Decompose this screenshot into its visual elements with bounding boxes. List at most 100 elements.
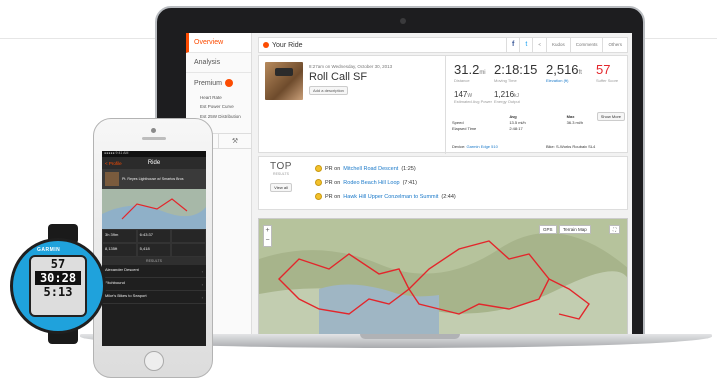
zoom-control: + − [263, 225, 272, 247]
wrench-icon[interactable]: ⚒ [219, 134, 252, 148]
zoom-out-button[interactable]: − [264, 236, 271, 246]
table-row: Elapsed Time 2:48:17 [452, 126, 624, 132]
phone-stat: 5,418 [136, 243, 172, 257]
map-type-select[interactable]: Terrain Map [559, 225, 591, 234]
facebook-share-button[interactable]: f [506, 38, 519, 52]
sidebar-subitem-power-curve[interactable]: Est Power Curve [186, 102, 251, 111]
stat-unit: mi [479, 70, 486, 76]
kudos-button[interactable]: Kudos [545, 38, 570, 52]
sidebar-item-analysis[interactable]: Analysis [186, 53, 251, 73]
strava-logo-icon [263, 42, 269, 48]
segment-link[interactable]: Rodeo Beach Hill Loop [343, 180, 399, 186]
phone-screen: ●●●●● 9:41 AM < Profile Ride Pt. Reyes L… [102, 151, 206, 346]
medal-icon [315, 179, 322, 186]
watch-readout-3: 5:13 [43, 285, 73, 299]
segment-link[interactable]: Mitchell Road Descent [343, 166, 398, 172]
list-item[interactable]: Mike's Bikes to Seaport › [102, 291, 206, 304]
laptop-screen: Overview Analysis Premium Heart Rate Est… [186, 33, 632, 337]
medal-icon [315, 165, 322, 172]
phone-nav-title: Ride [147, 160, 161, 166]
watch-readout-2: 30:28 [35, 271, 81, 285]
list-item: PR on Rodeo Beach Hill Loop (7:41) [315, 179, 417, 186]
chevron-right-icon: › [201, 269, 203, 274]
view-all-button[interactable]: View all [270, 183, 292, 192]
medal-icon [315, 193, 322, 200]
stat-elevation: 2,516ft Elevation (ft) [546, 62, 582, 83]
device-link[interactable]: Garmin Edge 510 [466, 144, 497, 149]
stat-label[interactable]: Elevation (ft) [546, 78, 582, 83]
laptop-notch [360, 334, 460, 339]
sidebar-item-label: Premium [194, 79, 223, 87]
phone-stat [171, 229, 206, 243]
stat-suffer-score: 57 Suffer Score [596, 62, 618, 83]
list-item[interactable]: Alexander Descent › [102, 265, 206, 278]
home-button[interactable] [144, 351, 164, 371]
phone-stat [171, 243, 206, 257]
back-button[interactable]: < Profile [105, 161, 122, 166]
bike-info: Bike: S-Works Roubaix SL4 [546, 144, 596, 149]
stat-distance: 31.2mi Distance [454, 62, 486, 83]
stat-label: Distance [454, 78, 470, 83]
stat-label: Moving Time [494, 78, 517, 83]
page-title-text: Your Ride [272, 41, 303, 49]
segment-link[interactable]: Hawk Hill Upper Conzelman to Summit [343, 194, 438, 200]
top-results-box: TOP RESULTS View all [263, 161, 299, 205]
phone-map-graphic [102, 189, 206, 229]
share-icon[interactable]: < [532, 38, 546, 52]
avatar[interactable] [265, 62, 303, 100]
phone-stat: 6:43:37 [136, 229, 172, 243]
sidebar-subitem-heart-rate[interactable]: Heart Rate [186, 93, 251, 102]
watch-body: GARMIN 57 30:28 5:13 [10, 238, 106, 334]
device-info: Device: Garmin Edge 510 [452, 144, 498, 149]
list-item: PR on Hawk Hill Upper Conzelman to Summi… [315, 193, 456, 200]
watch-brand: GARMIN [37, 247, 61, 253]
sidebar-item-overview[interactable]: Overview [186, 33, 251, 53]
stat-moving-time: 2:18:15 Moving Time [494, 62, 537, 83]
gps-button[interactable]: GPS [539, 225, 557, 234]
comments-button[interactable]: Comments [569, 38, 603, 52]
pr-time: (1:25) [401, 165, 416, 172]
sidebar-item-premium[interactable]: Premium [186, 73, 251, 93]
phone-map[interactable] [102, 189, 206, 229]
chevron-right-icon: › [201, 295, 203, 300]
product-showcase: Overview Analysis Premium Heart Rate Est… [0, 0, 717, 379]
stat-value: 31.2 [454, 62, 480, 77]
others-button[interactable]: Others [602, 38, 627, 52]
phone-ride-header: Pt. Reyes Lighthouse w/ Smartos Bros [102, 169, 206, 189]
stat-value: 1,216 [494, 90, 515, 99]
table-cell: Elapsed Time [452, 126, 477, 131]
show-more-button[interactable]: Show More [596, 112, 625, 121]
stat-energy: 1,216kJ Energy Output [494, 90, 520, 104]
top-results-title: TOP [270, 161, 292, 172]
stat-power: 147W Estimated Avg Power [454, 90, 492, 104]
activity-stats: 31.2mi Distance 2:18:15 Moving Time 2,51… [445, 56, 629, 154]
zoom-in-button[interactable]: + [264, 226, 271, 236]
pr-time: (7:41) [402, 179, 417, 186]
list-item[interactable]: Fitchbound › [102, 278, 206, 291]
route-map[interactable]: + − GPS Terrain Map ⛶ [258, 218, 628, 337]
stat-unit: ft [578, 70, 582, 76]
pr-prefix: PR on [325, 165, 341, 172]
list-item: PR on Mitchell Road Descent (1:25) [315, 165, 416, 172]
pr-prefix: PR on [325, 179, 341, 186]
stat-value: 2:18:15 [494, 62, 538, 77]
page-title: Your Ride [259, 42, 506, 49]
add-description-button[interactable]: Add a description [309, 86, 348, 95]
phone-stats: 3h 39m 6:43:37 8,135ft 5,418 [102, 229, 206, 257]
activity-name: Roll Call SF [309, 71, 368, 83]
laptop-camera [400, 18, 406, 24]
stat-value: 147 [454, 90, 468, 99]
twitter-share-button[interactable]: t [519, 38, 532, 52]
achievements-panel: TOP RESULTS View all PR on Mitchell Road… [258, 156, 628, 210]
avatar [105, 172, 119, 186]
table-cell [567, 126, 624, 132]
stat-label: Estimated Avg Power [454, 99, 492, 104]
stat-label: Energy Output [494, 99, 520, 104]
stat-value: 57 [596, 62, 611, 77]
fullscreen-icon[interactable]: ⛶ [609, 225, 621, 234]
table-cell: 2:48:17 [509, 126, 523, 131]
phone-nav-bar: < Profile Ride [102, 157, 206, 169]
stat-label: Suffer Score [596, 78, 619, 83]
chevron-right-icon: › [201, 282, 203, 287]
device-label: Device: [452, 144, 466, 149]
